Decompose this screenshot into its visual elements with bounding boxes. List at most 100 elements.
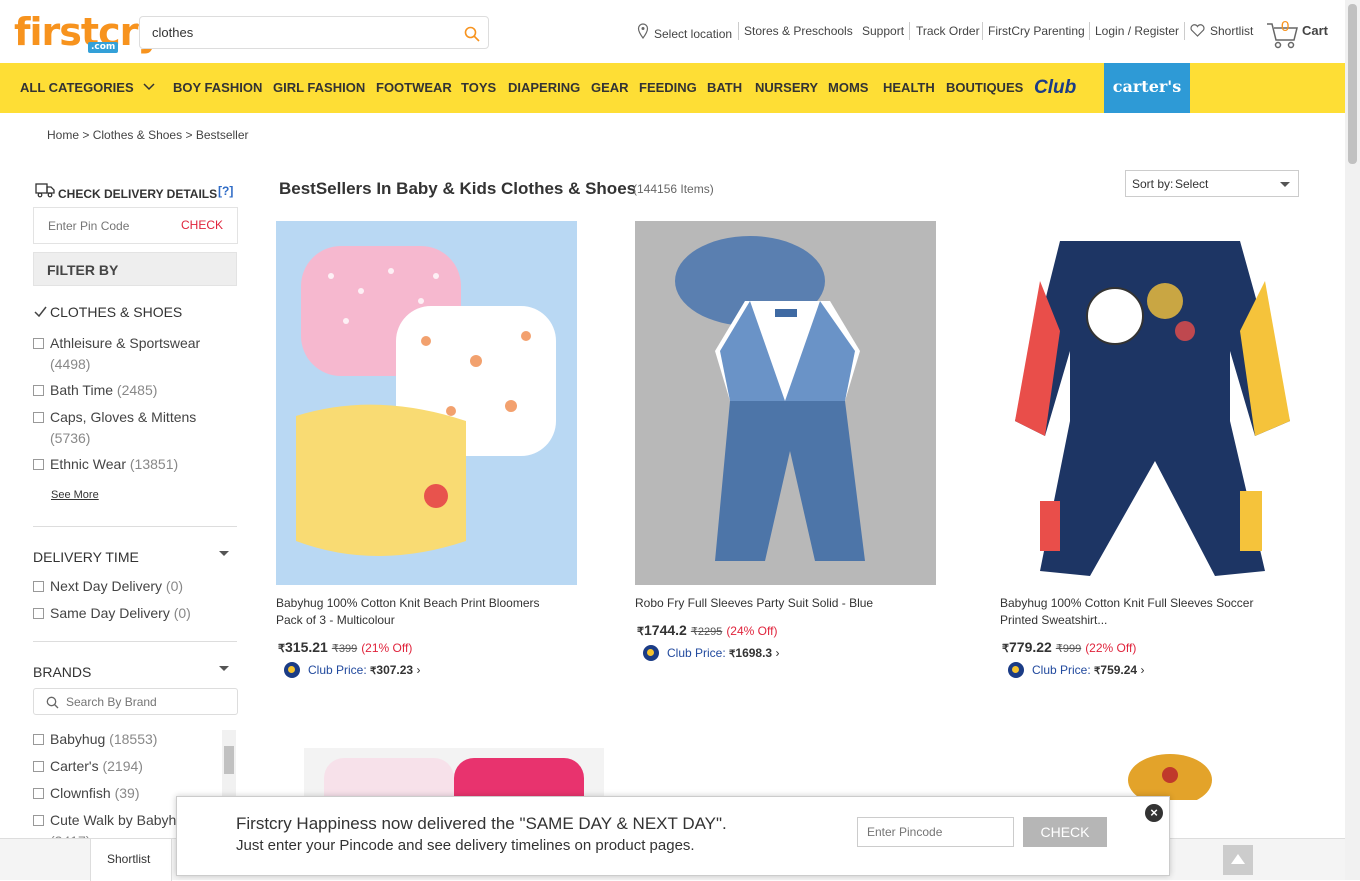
support-link[interactable]: Support [862, 24, 904, 38]
cat-nursery[interactable]: NURSERY [755, 80, 818, 95]
club-label: Club Price: [667, 646, 726, 660]
cart-link[interactable]: Cart [1302, 23, 1328, 38]
filter-item[interactable]: Ethnic Wear (13851) [33, 454, 178, 475]
filter-count: (5736) [50, 430, 91, 446]
checkbox[interactable] [33, 734, 44, 745]
search-icon[interactable] [464, 26, 480, 42]
scroll-top-button[interactable] [1223, 845, 1253, 875]
cat-diapering[interactable]: DIAPERING [508, 80, 580, 95]
track-order-link[interactable]: Track Order [916, 24, 980, 38]
cat-carters[interactable]: carter's [1104, 63, 1190, 113]
rupee-symbol: ₹ [637, 626, 644, 638]
club-price[interactable]: Club Price: ₹307.23 › [284, 662, 420, 678]
rupee-symbol: ₹ [1055, 643, 1063, 655]
search-input[interactable] [152, 25, 442, 40]
page-scrollbar[interactable] [1345, 0, 1360, 880]
chevron-right-icon[interactable]: › [1140, 663, 1144, 677]
cat-gear[interactable]: GEAR [591, 80, 629, 95]
brand-search-input[interactable] [66, 695, 226, 709]
shortlist-link[interactable]: Shortlist [1210, 24, 1253, 38]
breadcrumb-separator: > [185, 128, 193, 142]
select-location-link[interactable]: Select location [654, 27, 732, 41]
checkbox[interactable] [33, 608, 44, 619]
cat-all-categories[interactable]: ALL CATEGORIES [20, 80, 134, 95]
club-price-value: 759.24 [1100, 663, 1138, 677]
filter-label: Athleisure & Sportswear [50, 335, 201, 351]
filter-category-selected[interactable]: CLOTHES & SHOES [50, 304, 182, 320]
sort-value: Select [1175, 177, 1209, 191]
filter-count: (39) [114, 785, 140, 801]
filter-label: Next Day Delivery [50, 578, 163, 594]
product-title[interactable]: Babyhug 100% Cotton Knit Full Sleeves So… [1000, 595, 1253, 611]
scrollbar-thumb[interactable] [1348, 4, 1357, 164]
filter-item[interactable]: Same Day Delivery (0) [33, 603, 191, 624]
popup-check-button[interactable]: CHECK [1023, 817, 1107, 847]
checkbox[interactable] [33, 412, 44, 423]
checkbox[interactable] [33, 581, 44, 592]
cat-toys[interactable]: TOYS [461, 80, 496, 95]
cat-moms[interactable]: MOMS [828, 80, 868, 95]
brand-search-box [33, 688, 238, 715]
product-title-2[interactable]: Printed Sweatshirt... [1000, 612, 1107, 628]
checkbox[interactable] [33, 761, 44, 772]
sort-dropdown[interactable]: Sort by: Select [1125, 170, 1299, 197]
breadcrumb-home[interactable]: Home [47, 128, 79, 142]
cat-club[interactable]: Club [1034, 77, 1076, 99]
mrp-value: 399 [338, 643, 358, 655]
delivery-time-title[interactable]: DELIVERY TIME [33, 549, 139, 565]
cat-health[interactable]: HEALTH [883, 80, 935, 95]
chevron-right-icon[interactable]: › [416, 663, 420, 677]
delivery-popup: Firstcry Happiness now delivered the "SA… [176, 796, 1170, 876]
stores-link[interactable]: Stores & Preschools [744, 24, 853, 38]
cat-boy-fashion[interactable]: BOY FASHION [173, 80, 262, 95]
see-more-link[interactable]: See More [51, 489, 99, 501]
product-image[interactable] [1110, 750, 1240, 800]
cat-footwear[interactable]: FOOTWEAR [376, 80, 452, 95]
location-pin-icon [637, 23, 649, 39]
cat-boutiques[interactable]: BOUTIQUES [946, 80, 1023, 95]
club-price[interactable]: Club Price: ₹759.24 › [1008, 662, 1144, 678]
collapse-arrow-icon[interactable] [219, 551, 229, 556]
checkmark-icon [34, 306, 47, 317]
filter-item[interactable]: Bath Time (2485) [33, 380, 157, 401]
breadcrumb-clothes[interactable]: Clothes & Shoes [93, 128, 182, 142]
brands-title[interactable]: BRANDS [33, 664, 91, 680]
cat-girl-fashion[interactable]: GIRL FASHION [273, 80, 365, 95]
product-image[interactable] [276, 221, 577, 585]
bloomers-image [296, 246, 556, 556]
cat-bath[interactable]: BATH [707, 80, 742, 95]
pincode-input[interactable] [48, 219, 168, 233]
chevron-right-icon[interactable]: › [775, 646, 779, 660]
filter-item[interactable]: Athleisure & Sportswear (4498) [33, 333, 200, 375]
cat-feeding[interactable]: FEEDING [639, 80, 697, 95]
popup-pincode-input[interactable] [857, 817, 1014, 847]
product-title-2[interactable]: Pack of 3 - Multicolour [276, 612, 395, 628]
filter-label: Ethnic Wear [50, 456, 126, 472]
checkbox[interactable] [33, 385, 44, 396]
chevron-down-icon[interactable] [143, 83, 155, 91]
product-image[interactable] [1000, 221, 1301, 585]
club-price[interactable]: Club Price: ₹1698.3 › [643, 645, 779, 661]
filter-item[interactable]: Babyhug (18553) [33, 729, 157, 750]
checkbox[interactable] [33, 338, 44, 349]
collapse-arrow-icon[interactable] [219, 666, 229, 671]
filter-item[interactable]: Caps, Gloves & Mittens (5736) [33, 407, 196, 449]
close-icon[interactable]: × [1145, 804, 1163, 822]
discount: (22% Off) [1085, 641, 1137, 655]
filter-item[interactable]: Carter's (2194) [33, 756, 143, 777]
login-link[interactable]: Login / Register [1095, 24, 1179, 38]
pincode-check-button[interactable]: CHECK [181, 218, 223, 232]
product-title[interactable]: Babyhug 100% Cotton Knit Beach Print Blo… [276, 595, 539, 611]
filter-item[interactable]: Clownfish (39) [33, 783, 140, 804]
shortlist-tab[interactable]: Shortlist [90, 839, 172, 881]
product-price: ₹779.22 ₹999 (22% Off) [1002, 639, 1136, 655]
product-image[interactable] [635, 221, 936, 585]
checkbox[interactable] [33, 788, 44, 799]
category-bar: ALL CATEGORIES BOY FASHION GIRL FASHION … [0, 63, 1345, 113]
filter-item[interactable]: Next Day Delivery (0) [33, 576, 183, 597]
product-title[interactable]: Robo Fry Full Sleeves Party Suit Solid -… [635, 595, 873, 611]
delivery-help-link[interactable]: [?] [218, 184, 233, 198]
checkbox[interactable] [33, 815, 44, 826]
checkbox[interactable] [33, 459, 44, 470]
parenting-link[interactable]: FirstCry Parenting [988, 24, 1085, 38]
